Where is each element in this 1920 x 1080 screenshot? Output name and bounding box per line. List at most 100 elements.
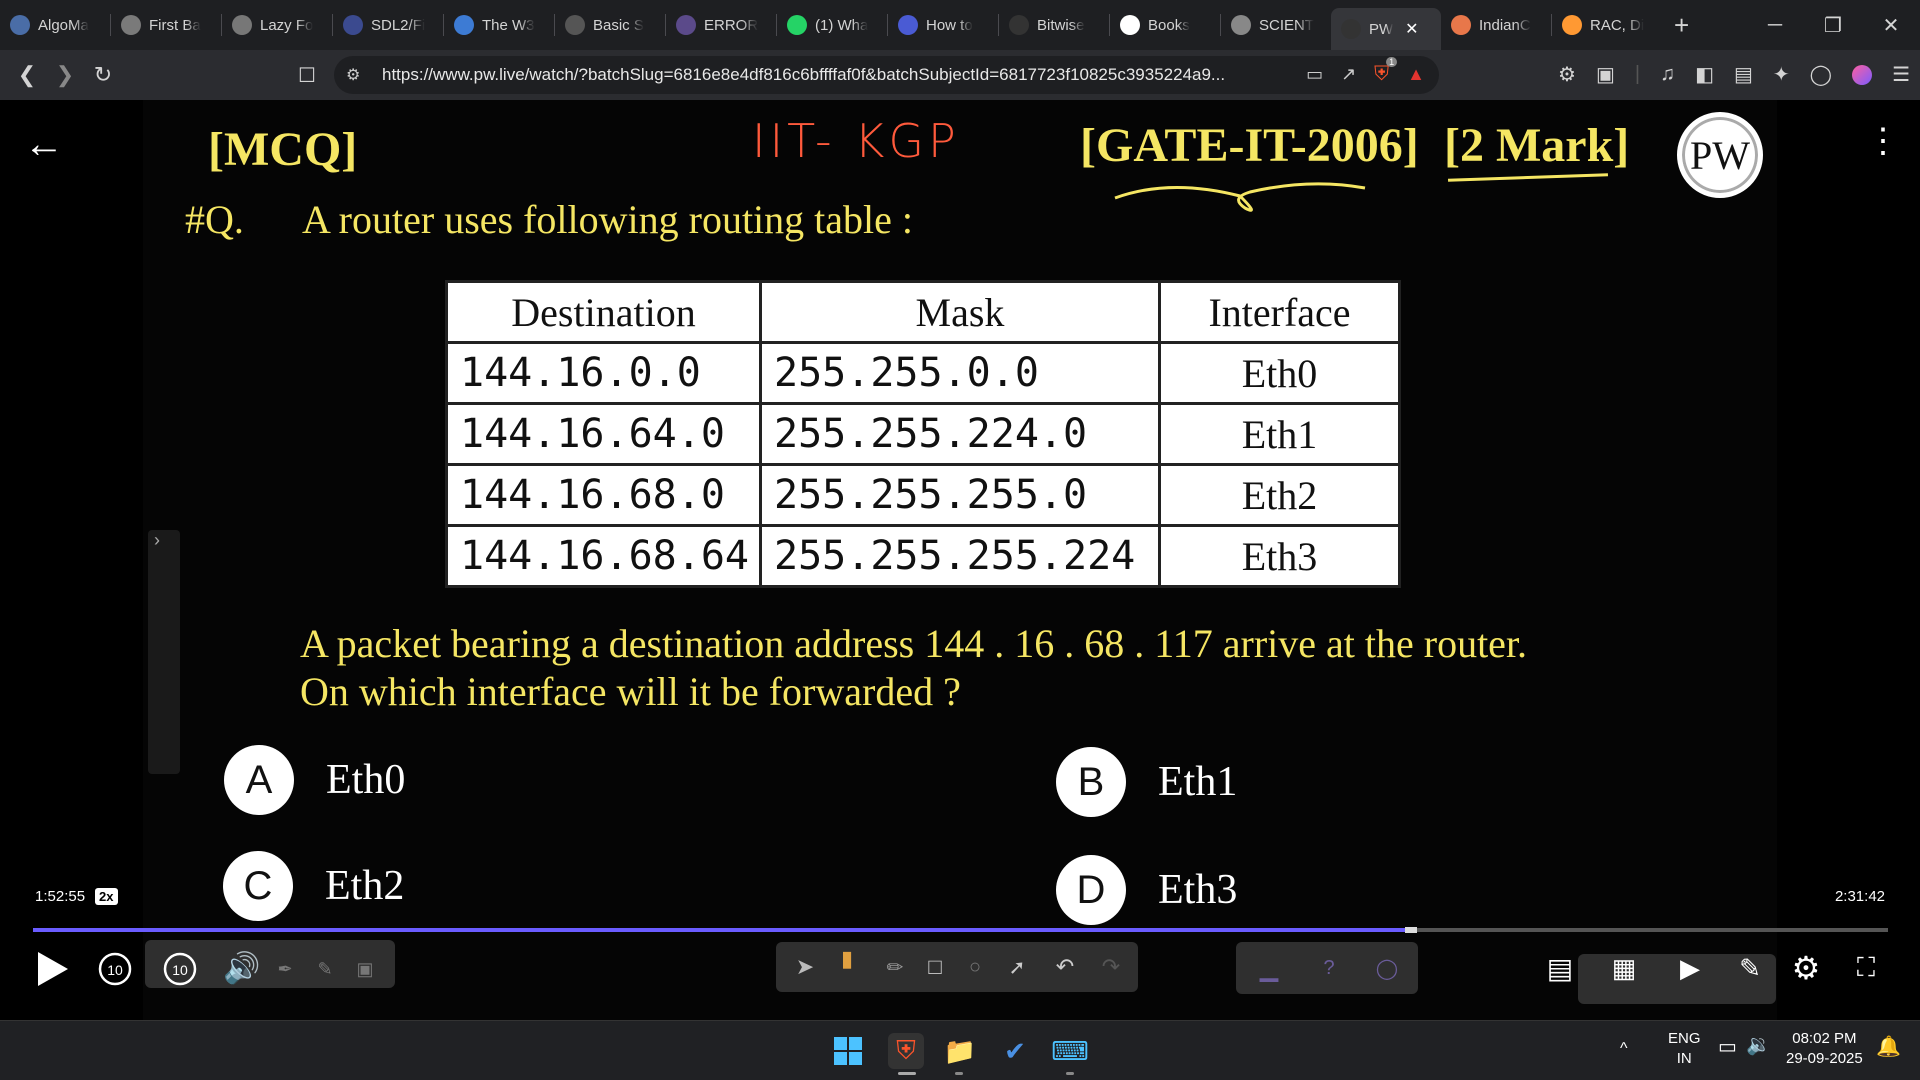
sidebar-icon[interactable]: ◧ xyxy=(1695,62,1714,87)
url-field[interactable]: ⚙ https://www.pw.live/watch/?batchSlug=6… xyxy=(334,56,1439,94)
chart-icon: ▁ xyxy=(1259,954,1279,982)
url-text: https://www.pw.live/watch/?batchSlug=681… xyxy=(382,65,1226,84)
brave-shields-icon[interactable]: ⛨ 1 xyxy=(1374,57,1398,86)
browser-tab[interactable]: ERROR xyxy=(666,5,776,45)
drawing-toolbar xyxy=(776,942,1138,992)
header-destination: Destination xyxy=(445,280,762,344)
routing-table: Destination Mask Interface 144.16.0.0 25… xyxy=(445,280,1401,588)
browser-tab[interactable]: RAC, Di xyxy=(1552,5,1662,45)
notification-bell-icon[interactable]: 🔔 xyxy=(1876,1037,1901,1057)
table-row: 144.16.68.64 255.255.255.224 Eth3 xyxy=(445,524,1401,588)
progress-bar[interactable] xyxy=(33,927,1888,933)
forward-icon[interactable]: ❯ xyxy=(46,56,84,94)
close-window-button[interactable]: ✕ xyxy=(1862,0,1920,50)
site-settings-icon[interactable]: ⚙ xyxy=(346,65,360,85)
menu-icon[interactable]: ☰ xyxy=(1892,62,1910,87)
browser-tab[interactable]: (1) Wha xyxy=(777,5,887,45)
media-icon[interactable]: ♫ xyxy=(1660,63,1675,86)
w3-icon xyxy=(454,15,474,35)
arrow-tool-icon: ➚ xyxy=(1008,956,1026,979)
browser-tab[interactable]: AlgoMa xyxy=(0,5,110,45)
address-bar-row: ❮ ❯ ↻ ☐ ⚙ https://www.pw.live/watch/?bat… xyxy=(0,50,1920,100)
todo-icon[interactable]: ✔ xyxy=(997,1033,1033,1069)
browser-tab[interactable]: PW ✕ xyxy=(1331,8,1441,50)
speaker-icon[interactable]: 🔉 xyxy=(1746,1035,1771,1055)
rewind-10-icon[interactable]: 10 xyxy=(95,948,135,988)
profile-avatar[interactable] xyxy=(1852,64,1873,85)
mask-cell: 255.255.224.0 xyxy=(759,402,1161,466)
howto-icon xyxy=(898,15,918,35)
play-icon[interactable] xyxy=(33,946,73,992)
brave-browser-icon[interactable]: ⛨ xyxy=(888,1033,924,1069)
mask-cell: 255.255.0.0 xyxy=(759,341,1161,405)
screenshot-icon[interactable]: ▣ xyxy=(1596,62,1615,87)
destination-cell: 144.16.0.0 xyxy=(445,341,762,405)
player-controls: 10 10 🔊 ✒ ✎ ▣ ➤ ▮ ✏ □ ○ ➚ ↶ ↷ ▁ ? ◯ ▤ ▦ … xyxy=(0,940,1920,1010)
new-tab-button[interactable]: + xyxy=(1662,10,1701,41)
minimize-button[interactable]: ─ xyxy=(1746,0,1804,50)
file-explorer-icon[interactable]: 📁 xyxy=(942,1033,978,1069)
leo-ai-icon[interactable]: ✦ xyxy=(1773,62,1790,87)
tab-close-icon[interactable]: ✕ xyxy=(1405,19,1418,39)
forward-10-icon[interactable]: 10 xyxy=(160,948,200,988)
translate-icon[interactable]: ▦ xyxy=(1604,948,1644,988)
bookmark-icon[interactable]: ☐ xyxy=(288,56,326,94)
browser-tab[interactable]: IndianC xyxy=(1441,5,1551,45)
vpn-icon[interactable]: ◯ xyxy=(1810,62,1832,87)
browser-tab[interactable]: The W3 xyxy=(444,5,554,45)
browser-tab[interactable]: SCIENT xyxy=(1221,5,1331,45)
tray-overflow-icon[interactable]: ^ xyxy=(1620,1039,1628,1059)
network-icon[interactable]: ▭ xyxy=(1718,1037,1737,1057)
browser-tab[interactable]: How to xyxy=(888,5,998,45)
tab-label: SDL2/Fi xyxy=(371,16,426,34)
brave-rewards-icon[interactable]: ▲ xyxy=(1407,64,1425,85)
speed-badge[interactable]: 2x xyxy=(95,888,118,905)
restore-button[interactable]: ❐ xyxy=(1804,0,1862,50)
pw-logo-text: PW xyxy=(1690,132,1750,178)
table-row: 144.16.64.0 255.255.224.0 Eth1 xyxy=(445,402,1401,466)
reload-icon[interactable]: ↻ xyxy=(84,56,122,94)
wallet-icon[interactable]: ▤ xyxy=(1734,62,1753,87)
share-icon[interactable]: ↗ xyxy=(1341,64,1356,85)
browser-tab-bar: AlgoMa First Ba Lazy Fo SDL2/Fi The W3 Basic … xyxy=(0,0,1920,50)
keyboard-icon[interactable]: ⌨ xyxy=(1051,1033,1089,1069)
volume-icon[interactable]: 🔊 xyxy=(220,948,264,988)
cast-icon[interactable]: ▭ xyxy=(1306,64,1323,85)
tab-label: ERROR xyxy=(704,16,759,34)
browser-tab[interactable]: SDL2/Fi xyxy=(333,5,443,45)
comments-icon[interactable]: ▤ xyxy=(1540,948,1580,988)
table-row: 144.16.68.0 255.255.255.0 Eth2 xyxy=(445,463,1401,527)
browser-tab[interactable]: Books xyxy=(1110,5,1220,45)
undo-icon: ↶ xyxy=(1055,954,1075,979)
option-b: B Eth1 xyxy=(1056,747,1237,817)
destination-cell: 144.16.64.0 xyxy=(445,402,762,466)
option-letter: A xyxy=(224,745,294,815)
extensions-icon[interactable]: ⚙ xyxy=(1558,62,1576,87)
algomaster-icon xyxy=(10,15,30,35)
sdl-icon xyxy=(343,15,363,35)
browser-tab[interactable]: First Ba xyxy=(111,5,221,45)
language-top: ENG xyxy=(1668,1030,1701,1047)
windows-start-icon[interactable] xyxy=(830,1033,866,1069)
notes-icon[interactable]: ✎ xyxy=(1730,948,1770,988)
clock[interactable]: 08:02 PM 29-09-2025 xyxy=(1786,1029,1863,1069)
more-options-icon[interactable]: ⋮ xyxy=(1866,124,1900,158)
language-indicator[interactable]: ENG IN xyxy=(1668,1029,1701,1069)
player-back-icon[interactable]: ← xyxy=(24,122,64,167)
fullscreen-icon[interactable]: ⛶ xyxy=(1846,948,1886,988)
video-player[interactable]: ← ⋮ › [MCQ] IIT- KGP [GATE-IT-2006] [2 M… xyxy=(0,100,1920,1020)
video-quality-icon[interactable]: ▶ xyxy=(1670,948,1710,988)
browser-tab[interactable]: Lazy Fo xyxy=(222,5,332,45)
mcq-tag: [MCQ] xyxy=(208,123,358,176)
browser-tab[interactable]: Bitwise xyxy=(999,5,1109,45)
language-bottom: IN xyxy=(1676,1050,1692,1067)
option-a: A Eth0 xyxy=(224,745,405,815)
back-icon[interactable]: ❮ xyxy=(8,56,46,94)
browser-tab[interactable]: Basic S xyxy=(555,5,665,45)
interface-cell: Eth0 xyxy=(1158,341,1401,405)
side-panel-handle[interactable]: › xyxy=(148,530,180,774)
settings-icon[interactable]: ⚙ xyxy=(1786,948,1826,988)
progress-fill xyxy=(33,928,1408,932)
rewind-label: 10 xyxy=(107,962,123,978)
progress-knob[interactable] xyxy=(1405,927,1418,933)
